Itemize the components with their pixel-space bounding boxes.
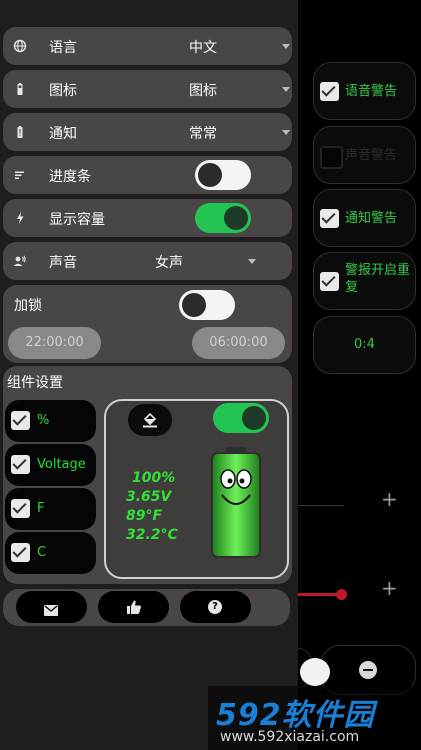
widget-settings-title: 组件设置: [7, 375, 63, 391]
icon-dropdown[interactable]: 图标 图标: [3, 70, 292, 108]
widget-option-checkbox[interactable]: [11, 543, 30, 562]
widget-enable-toggle[interactable]: [213, 403, 269, 433]
widget-celsius: 32.2°C: [126, 527, 178, 543]
icon-label: 图标: [49, 83, 77, 99]
slider-track: [298, 505, 344, 506]
widget-option-voltage[interactable]: Voltage: [5, 444, 96, 486]
progress-bar-toggle[interactable]: [195, 160, 251, 190]
language-value: 中文: [189, 40, 217, 56]
progress-bar-label: 进度条: [49, 169, 91, 185]
notification-alert-label: 通知警告: [345, 211, 398, 226]
thumbs-up-icon: [126, 599, 142, 615]
voice-alert-label: 语音警告: [345, 84, 398, 99]
chevron-down-icon: [282, 44, 290, 49]
lock-toggle[interactable]: [179, 290, 235, 320]
lightning-icon: [13, 211, 27, 225]
help-button[interactable]: ?: [180, 591, 251, 623]
icon-value: 图标: [189, 83, 217, 99]
sound-alert-checkbox[interactable]: [320, 146, 343, 169]
show-capacity-setting: 显示容量: [3, 199, 292, 237]
voice-alert-checkbox[interactable]: [320, 82, 339, 101]
widget-option-percent[interactable]: %: [5, 400, 96, 442]
battery-icon: [13, 82, 27, 96]
watermark-url: www.592xiazai.com: [220, 729, 360, 745]
notification-alert-checkbox[interactable]: [320, 209, 339, 228]
lock-end-time[interactable]: 06:00:00: [192, 327, 285, 359]
watermark-brand: 592软件园: [216, 698, 375, 733]
widget-option-label: F: [37, 501, 45, 516]
voice-dropdown[interactable]: 声音 女声: [3, 242, 292, 280]
language-label: 语言: [49, 40, 77, 56]
plus-button-1[interactable]: +: [381, 487, 398, 511]
widget-option-fahrenheit[interactable]: F: [5, 488, 96, 530]
repeat-alert-checkbox[interactable]: [320, 272, 339, 291]
like-button[interactable]: [98, 591, 169, 623]
voice-value: 女声: [155, 255, 183, 271]
gamepad-mascot-icon: [300, 658, 330, 686]
chevron-down-icon: [248, 259, 256, 264]
sound-alert-toggle[interactable]: 声音警告: [313, 126, 416, 184]
voice-label: 声音: [49, 255, 77, 271]
progress-bar-setting: 进度条: [3, 156, 292, 194]
globe-icon: [13, 39, 27, 53]
minus-icon: [359, 661, 377, 679]
repeat-alert-toggle[interactable]: 警报开启重复: [313, 252, 416, 310]
repeat-alert-label: 警报开启重复: [345, 263, 411, 295]
battery-alert-icon: [13, 125, 27, 139]
fill-color-button[interactable]: [128, 404, 172, 436]
widget-option-celsius[interactable]: C: [5, 532, 96, 574]
counter-button[interactable]: 0:4: [313, 316, 416, 374]
show-capacity-toggle[interactable]: [195, 203, 251, 233]
widget-option-checkbox[interactable]: [11, 411, 30, 430]
widget-fahrenheit: 89°F: [126, 508, 163, 524]
speaking-person-icon: [13, 254, 27, 268]
help-icon: ?: [208, 600, 222, 614]
chevron-down-icon: [282, 130, 290, 135]
red-slider-track: [298, 593, 340, 596]
watermark: 592软件园 www.592xiazai.com: [208, 686, 421, 750]
mail-button[interactable]: [16, 591, 87, 623]
settings-drawer: 语言 中文 图标 图标 通知 常常 进度条 显示容量 声音 女声 加锁 22:0…: [0, 0, 298, 750]
notification-dropdown[interactable]: 通知 常常: [3, 113, 292, 151]
lock-section: 加锁 22:00:00 06:00:00: [3, 285, 292, 363]
red-slider-thumb[interactable]: [336, 589, 347, 600]
lock-start-time[interactable]: 22:00:00: [8, 327, 101, 359]
voice-alert-toggle[interactable]: 语音警告: [313, 62, 416, 120]
widget-option-label: Voltage: [37, 457, 86, 472]
smiling-battery-icon: [209, 445, 263, 559]
lock-label: 加锁: [14, 298, 42, 314]
plus-button-2[interactable]: +: [381, 576, 398, 600]
sort-lines-icon: [13, 168, 27, 182]
counter-value: 0:4: [354, 337, 375, 352]
show-capacity-label: 显示容量: [49, 212, 105, 228]
mail-icon: [44, 601, 58, 616]
widget-readings: 100% 3.65V 89°F 32.2°C: [126, 469, 178, 545]
paint-bucket-icon: [141, 410, 159, 428]
widget-preview: 100% 3.65V 89°F 32.2°C: [104, 399, 289, 579]
widget-option-label: %: [37, 413, 50, 428]
notification-alert-toggle[interactable]: 通知警告: [313, 189, 416, 247]
chevron-down-icon: [282, 87, 290, 92]
widget-option-checkbox[interactable]: [11, 455, 30, 474]
notification-label: 通知: [49, 126, 77, 142]
widget-percent: 100%: [132, 470, 176, 486]
widget-voltage: 3.65V: [126, 489, 172, 505]
language-dropdown[interactable]: 语言 中文: [3, 27, 292, 65]
widget-option-label: C: [37, 545, 47, 560]
notification-value: 常常: [189, 126, 217, 142]
widget-option-checkbox[interactable]: [11, 499, 30, 518]
sound-alert-label: 声音警告: [345, 148, 398, 163]
